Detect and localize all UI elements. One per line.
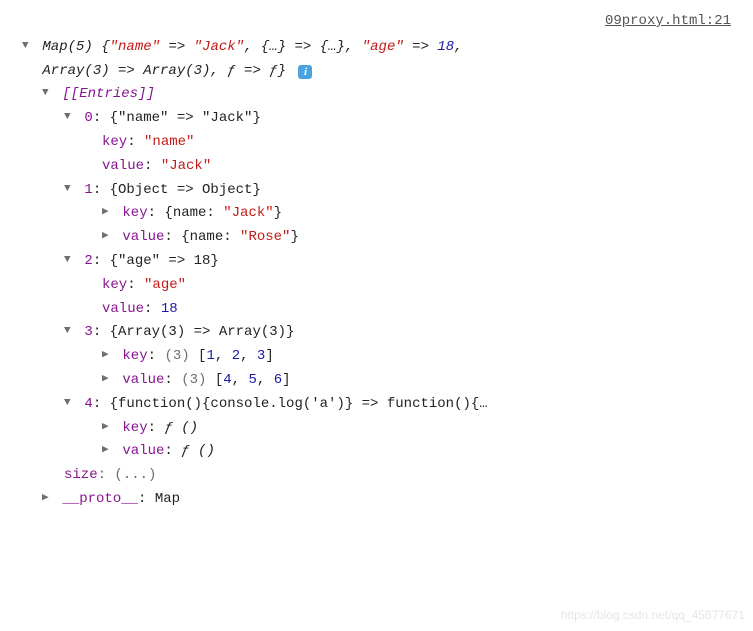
chevron-right-icon[interactable] <box>102 441 114 460</box>
map-summary-text: Map(5) {"name" => "Jack", {…} => {…}, "a… <box>42 39 462 55</box>
entry-key-row[interactable]: key: ƒ () <box>14 417 739 441</box>
chevron-right-icon[interactable] <box>102 346 114 365</box>
chevron-right-icon[interactable] <box>102 418 114 437</box>
entry-row[interactable]: 4: {function(){console.log('a')} => func… <box>14 393 739 417</box>
proto-label: __proto__ <box>62 491 138 507</box>
entry-index: 4 <box>84 396 92 412</box>
entry-value-row: value: 18 <box>14 298 739 322</box>
map-summary-row-2: Array(3) => Array(3), ƒ => ƒ} i <box>14 60 739 84</box>
entry-index: 2 <box>84 253 92 269</box>
entry-index: 3 <box>84 324 92 340</box>
watermark: https://blog.csdn.net/qq_45677671 <box>561 605 745 625</box>
entry-row[interactable]: 3: {Array(3) => Array(3)} <box>14 321 739 345</box>
entries-label: [[Entries]] <box>62 86 154 102</box>
entry-value-row[interactable]: value: (3) [4, 5, 6] <box>14 369 739 393</box>
proto-row[interactable]: __proto__: Map <box>14 488 739 512</box>
source-link[interactable]: 09proxy.html:21 <box>14 10 739 34</box>
entry-row[interactable]: 0: {"name" => "Jack"} <box>14 107 739 131</box>
entry-summary: : {Array(3) => Array(3)} <box>93 324 295 340</box>
entry-summary: : {"name" => "Jack"} <box>93 110 261 126</box>
size-label: size <box>64 467 98 483</box>
proto-value: : Map <box>138 491 180 507</box>
entry-row[interactable]: 2: {"age" => 18} <box>14 250 739 274</box>
source-line: 21 <box>714 13 731 29</box>
entry-value-row: value: "Jack" <box>14 155 739 179</box>
entry-value-row[interactable]: value: ƒ () <box>14 440 739 464</box>
expand-icon[interactable] <box>42 84 54 103</box>
entry-value-row[interactable]: value: {name: "Rose"} <box>14 226 739 250</box>
chevron-right-icon[interactable] <box>102 203 114 222</box>
expand-icon[interactable] <box>64 322 76 341</box>
entry-key-row[interactable]: key: (3) [1, 2, 3] <box>14 345 739 369</box>
map-summary-row[interactable]: Map(5) {"name" => "Jack", {…} => {…}, "a… <box>14 36 739 60</box>
size-value: : (...) <box>98 467 157 483</box>
info-icon[interactable]: i <box>298 65 312 79</box>
entry-key-row[interactable]: key: {name: "Jack"} <box>14 202 739 226</box>
entry-key-row: key: "age" <box>14 274 739 298</box>
entry-index: 0 <box>84 110 92 126</box>
expand-icon[interactable] <box>64 394 76 413</box>
chevron-right-icon[interactable] <box>102 227 114 246</box>
entry-summary: : {function(){console.log('a')} => funct… <box>93 396 488 412</box>
expand-icon[interactable] <box>64 251 76 270</box>
expand-icon[interactable] <box>64 108 76 127</box>
entry-summary: : {"age" => 18} <box>93 253 219 269</box>
expand-icon[interactable] <box>22 37 34 56</box>
entry-key-row: key: "name" <box>14 131 739 155</box>
size-row[interactable]: size: (...) <box>14 464 739 488</box>
chevron-right-icon[interactable] <box>102 370 114 389</box>
source-file: 09proxy.html <box>605 13 706 29</box>
chevron-right-icon[interactable] <box>42 489 54 508</box>
entry-row[interactable]: 1: {Object => Object} <box>14 179 739 203</box>
entries-row[interactable]: [[Entries]] <box>14 83 739 107</box>
entry-summary: : {Object => Object} <box>93 182 261 198</box>
entry-index: 1 <box>84 182 92 198</box>
expand-icon[interactable] <box>64 180 76 199</box>
